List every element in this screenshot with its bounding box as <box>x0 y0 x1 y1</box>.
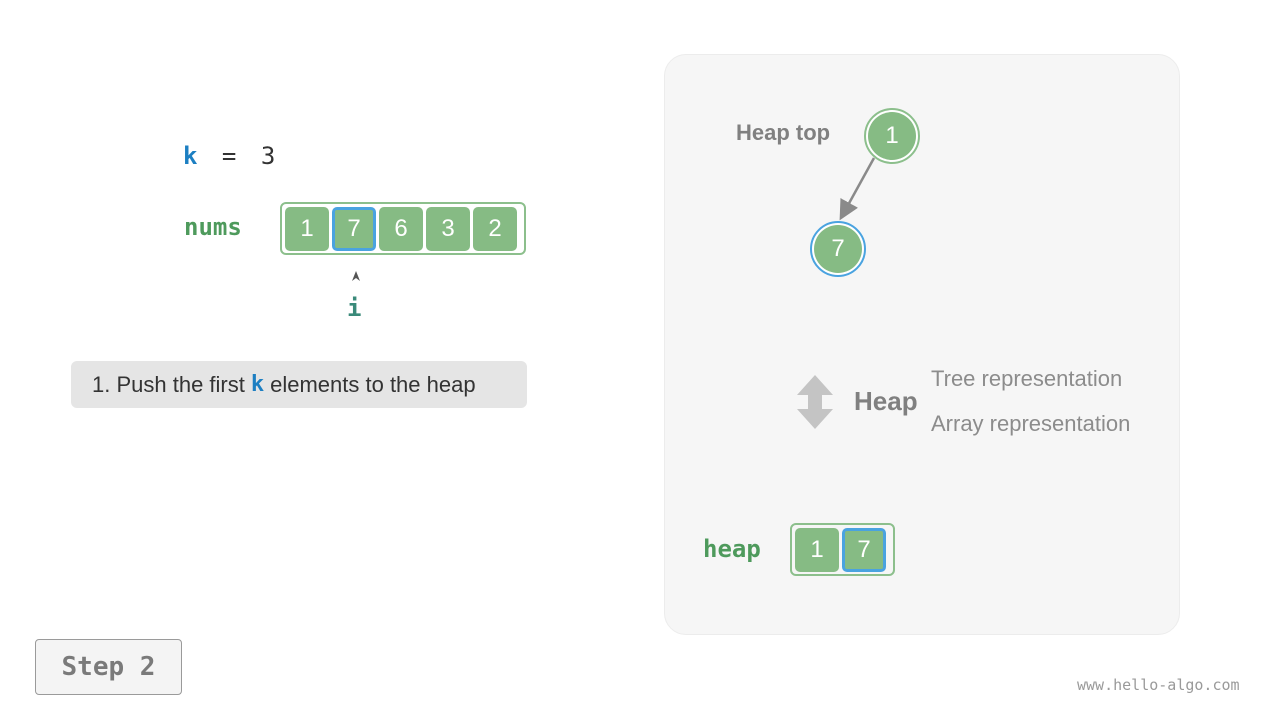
tree-representation-label: Tree representation <box>931 366 1123 391</box>
caption-suffix: elements to the heap <box>270 371 476 397</box>
nums-cell: 2 <box>473 206 517 251</box>
heap-label: heap <box>703 535 761 563</box>
caption-keyword: k <box>250 372 265 397</box>
k-variable: k <box>183 142 198 170</box>
tree-edge <box>839 157 876 221</box>
nums-cell: 3 <box>426 206 470 251</box>
nums-cell: 6 <box>379 206 423 251</box>
heap-cell: 1 <box>795 527 839 572</box>
heap-array: 1 7 <box>790 523 895 576</box>
k-value: 3 <box>260 142 276 170</box>
step-caption: 1. Push the first k elements to the heap <box>71 361 527 408</box>
equals-sign: = <box>221 142 237 170</box>
diagram-canvas: k = 3 nums 1 7 6 3 2 i 1. Push the first… <box>0 0 1280 720</box>
tree-node-child-label: 7 <box>831 235 845 262</box>
heap-word: Heap <box>854 386 918 416</box>
k-assignment: k = 3 <box>183 142 275 170</box>
watermark: www.hello-algo.com <box>1077 676 1240 694</box>
array-representation-label: Array representation <box>931 411 1131 436</box>
heap-cell-highlighted: 7 <box>842 527 886 572</box>
nums-cell-highlighted: 7 <box>332 206 376 251</box>
nums-cell: 1 <box>285 206 329 251</box>
double-arrow-icon <box>797 375 833 429</box>
tree-node-root-label: 1 <box>885 122 899 149</box>
caption-prefix: 1. Push the first <box>92 371 245 397</box>
nums-array: 1 7 6 3 2 <box>280 202 526 255</box>
pointer-arrow-icon <box>352 271 360 281</box>
pointer-label: i <box>347 294 362 322</box>
step-indicator: Step 2 <box>35 639 182 695</box>
nums-label: nums <box>184 213 242 241</box>
